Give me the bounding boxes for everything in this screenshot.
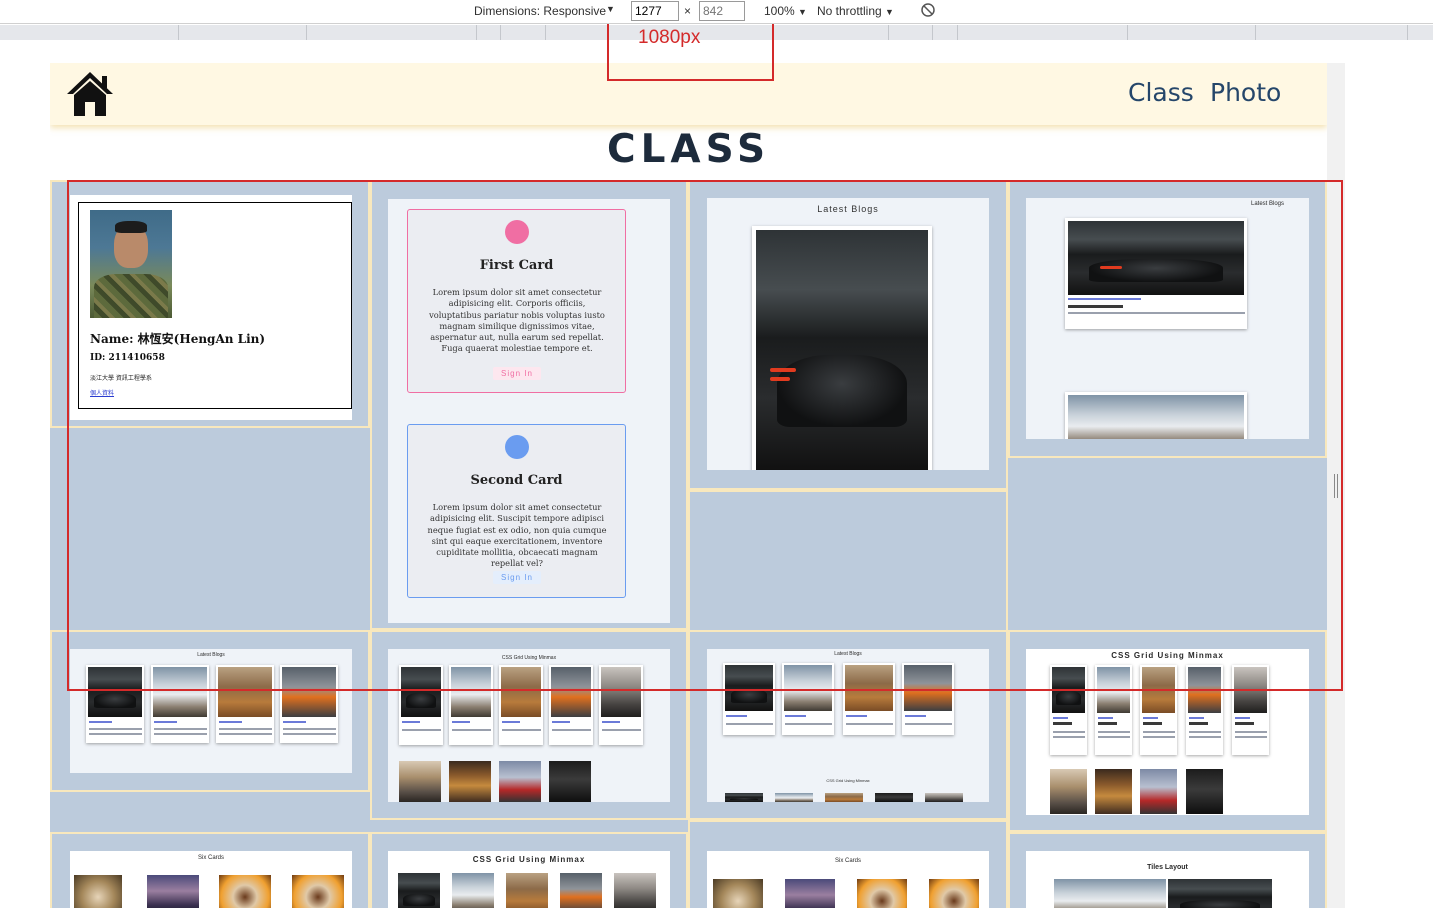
latest-blogs-small-heading: Latest Blogs xyxy=(1250,201,1285,207)
minmax-d-panel: CSS Grid Using Minmax xyxy=(388,851,670,908)
zoom-value: 100% xyxy=(764,4,795,18)
minmax-b-panel: Latest Blogs CSS Grid Using Minmax xyxy=(707,649,989,802)
latest-blogs-small-panel: Latest Blogs xyxy=(1026,198,1309,439)
profile-link[interactable]: 個人資料 xyxy=(90,388,114,397)
page-viewport: Class Photo CLASS Name: 林恆安(HengAn Lin) … xyxy=(50,63,1327,908)
blog-card[interactable] xyxy=(752,226,932,470)
zoom-caret-icon: ▼ xyxy=(798,7,807,17)
minmax-d-heading: CSS Grid Using Minmax xyxy=(472,855,586,864)
grid-cell-minmax-d[interactable]: CSS Grid Using Minmax xyxy=(370,832,688,908)
minmax-a-heading: CSS Grid Using Minmax xyxy=(501,655,557,661)
sports-car-image xyxy=(1068,221,1244,295)
width-input[interactable] xyxy=(631,1,679,21)
grid-cell-six-cards-b[interactable]: Six Cards xyxy=(688,820,1008,908)
class-grid: Name: 林恆安(HengAn Lin) ID: 211410658 淡江大學… xyxy=(50,180,1327,908)
second-card-body: Lorem ipsum dolor sit amet consectetur a… xyxy=(427,502,607,569)
minmax-b-heading: Latest Blogs xyxy=(834,651,862,657)
grid-cell-minmax-c[interactable]: CSS Grid Using Minmax xyxy=(1008,630,1327,832)
first-card-sign-in-button[interactable]: Sign In xyxy=(493,367,541,380)
grid-cell-tiles-layout[interactable]: Tiles Layout xyxy=(1008,832,1327,908)
throttle-value: No throttling xyxy=(817,4,882,18)
six-cards-a-panel: Six Cards xyxy=(70,851,352,908)
minmax-c-panel: CSS Grid Using Minmax xyxy=(1026,649,1309,815)
grid-cell-minmax-a[interactable]: CSS Grid Using Minmax xyxy=(370,630,688,820)
second-card-title: Second Card xyxy=(470,473,563,488)
grid-cell-four-blogs[interactable]: Latest Blogs xyxy=(50,630,370,792)
nav-link-class[interactable]: Class xyxy=(1128,78,1194,107)
first-card-body: Lorem ipsum dolor sit amet consectetur a… xyxy=(429,287,605,354)
four-blogs-heading: Latest Blogs xyxy=(197,652,225,658)
second-card-dot-icon xyxy=(505,435,529,459)
throttle-caret-icon: ▼ xyxy=(885,7,894,17)
devtools-toolbar: Dimensions: Responsive ▼ × 100% ▼ No thr… xyxy=(0,0,1433,24)
six-cards-a-heading: Six Cards xyxy=(197,855,224,861)
minmax-c-heading: CSS Grid Using Minmax xyxy=(1111,651,1224,660)
profile-card: Name: 林恆安(HengAn Lin) ID: 211410658 淡江大學… xyxy=(78,202,352,409)
profile-id: ID: 211410658 xyxy=(90,353,165,363)
naval-image xyxy=(1068,395,1244,439)
grid-cell-cards[interactable]: First Card Lorem ipsum dolor sit amet co… xyxy=(370,180,688,630)
grid-cell-six-cards-a[interactable]: Six Cards xyxy=(50,832,370,908)
profile-department: 淡江大學 資訊工程學系 xyxy=(90,375,152,382)
grid-cell-latest-blogs[interactable]: Latest Blogs xyxy=(688,180,1008,490)
grid-cell-profile[interactable]: Name: 林恆安(HengAn Lin) ID: 211410658 淡江大學… xyxy=(50,180,370,428)
resize-handle[interactable] xyxy=(1334,474,1338,498)
minmax-b-subheading: CSS Grid Using Minmax xyxy=(826,778,870,783)
tiles-layout-heading: Tiles Layout xyxy=(1147,864,1188,871)
first-card-title: First Card xyxy=(479,258,554,273)
height-input[interactable] xyxy=(699,1,745,21)
dimensions-caret-icon[interactable]: ▼ xyxy=(606,4,615,14)
nav-link-photo[interactable]: Photo xyxy=(1210,78,1281,107)
blog-card-sports-car[interactable] xyxy=(1065,218,1247,329)
profile-panel: Name: 林恆安(HengAn Lin) ID: 211410658 淡江大學… xyxy=(70,195,352,420)
profile-photo xyxy=(90,210,172,318)
latest-blogs-panel: Latest Blogs xyxy=(707,198,989,470)
profile-name: Name: 林恆安(HengAn Lin) xyxy=(90,332,266,346)
second-card: Second Card Lorem ipsum dolor sit amet c… xyxy=(407,424,626,598)
blog-card-naval[interactable] xyxy=(1065,392,1247,439)
first-card-dot-icon xyxy=(505,220,529,244)
home-icon[interactable] xyxy=(65,70,115,118)
grid-cell-minmax-b[interactable]: Latest Blogs CSS Grid Using Minmax xyxy=(688,630,1008,820)
page-title: CLASS xyxy=(606,127,771,172)
tiles-layout-panel: Tiles Layout xyxy=(1026,851,1309,908)
times-separator: × xyxy=(684,4,692,18)
rotate-icon[interactable] xyxy=(920,2,936,18)
cards-panel: First Card Lorem ipsum dolor sit amet co… xyxy=(388,199,670,623)
four-blogs-panel: Latest Blogs xyxy=(70,649,352,773)
six-cards-b-heading: Six Cards xyxy=(834,858,861,864)
car-image xyxy=(756,230,928,470)
grid-cell-latest-blogs-small[interactable]: Latest Blogs xyxy=(1008,180,1327,458)
minmax-a-panel: CSS Grid Using Minmax xyxy=(388,649,670,802)
width-annotation-label: 1080px xyxy=(638,27,701,48)
dimensions-dropdown[interactable]: Dimensions: Responsive xyxy=(474,4,606,18)
first-card: First Card Lorem ipsum dolor sit amet co… xyxy=(407,209,626,393)
latest-blogs-heading: Latest Blogs xyxy=(817,204,879,214)
zoom-dropdown[interactable]: 100% ▼ xyxy=(764,4,807,18)
second-card-sign-in-button[interactable]: Sign In xyxy=(493,571,541,584)
throttle-dropdown[interactable]: No throttling ▼ xyxy=(817,4,894,18)
six-cards-b-panel: Six Cards xyxy=(707,851,989,908)
